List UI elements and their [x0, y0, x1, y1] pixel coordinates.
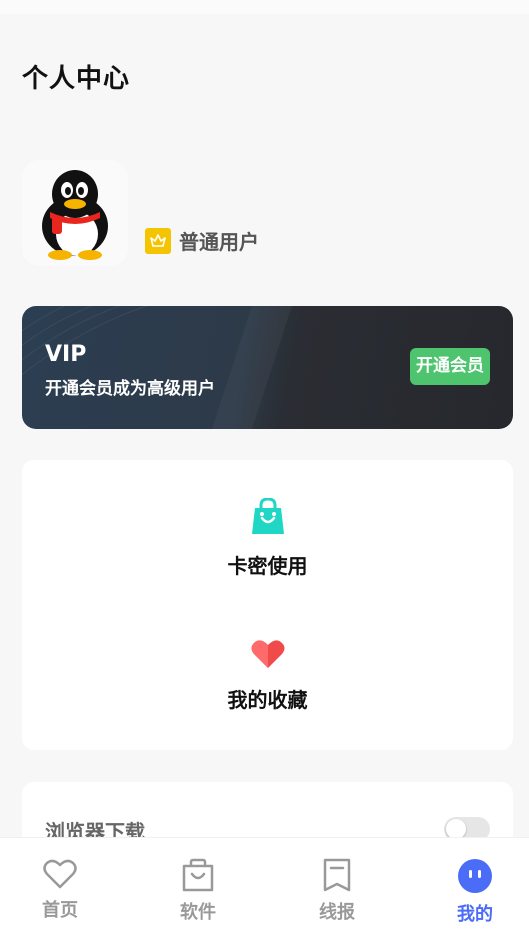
user-level: 普通用户 [145, 226, 259, 255]
status-bar-area [0, 0, 529, 14]
open-vip-button[interactable]: 开通会员 [410, 348, 490, 385]
user-avatar[interactable] [22, 160, 128, 266]
crown-icon [145, 227, 171, 254]
tab-deals[interactable]: 线报 [297, 858, 377, 924]
toggle-knob [446, 819, 466, 839]
bookmark-outline-icon [323, 858, 351, 892]
tab-mine[interactable]: 我的 [435, 858, 515, 926]
vip-title: VIP [45, 342, 87, 367]
menu-item-card-key[interactable]: 卡密使用 [22, 497, 513, 579]
bottom-tab-bar: 首页 软件 线报 我的 [0, 837, 529, 935]
tab-home[interactable]: 首页 [20, 858, 100, 922]
vip-subtitle: 开通会员成为高级用户 [45, 379, 215, 399]
user-level-label: 普通用户 [179, 230, 259, 254]
bag-outline-icon [182, 858, 214, 892]
tab-label: 首页 [42, 900, 78, 921]
tab-label: 线报 [319, 902, 355, 923]
shopping-bag-icon [250, 497, 286, 540]
tab-software[interactable]: 软件 [158, 858, 238, 924]
menu-item-favorites[interactable]: 我的收藏 [22, 638, 513, 713]
face-icon [458, 859, 492, 893]
menu-card: 卡密使用 我的收藏 [22, 460, 513, 750]
tab-label: 我的 [457, 904, 493, 925]
page-title: 个人中心 [22, 64, 131, 94]
heart-outline-icon [43, 859, 77, 889]
vip-card[interactable]: VIP 开通会员成为高级用户 开通会员 [22, 306, 513, 429]
qq-penguin-avatar-icon [22, 160, 128, 266]
tab-label: 软件 [180, 902, 216, 923]
heart-icon [250, 638, 286, 674]
menu-item-label: 我的收藏 [227, 688, 308, 712]
menu-item-label: 卡密使用 [227, 554, 308, 578]
